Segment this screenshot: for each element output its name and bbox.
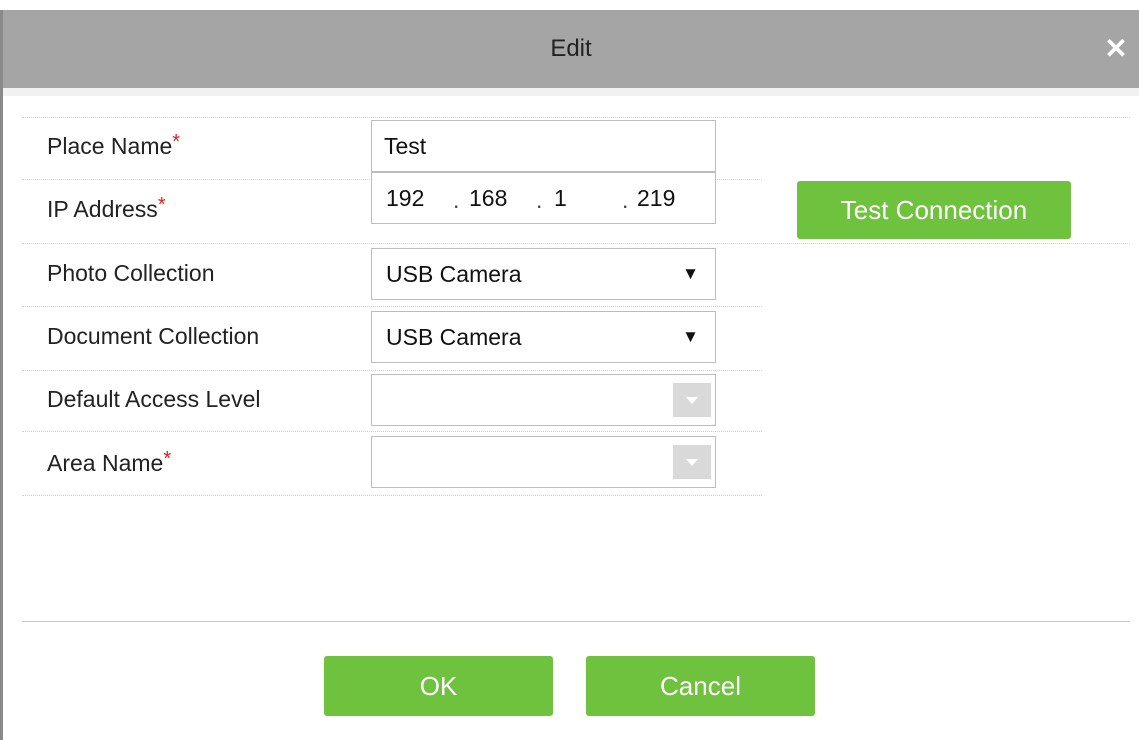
dropdown-arrow-icon: ▼ — [682, 327, 699, 346]
ip-octet-3[interactable]: 1 — [554, 173, 567, 223]
ip-octet-1[interactable]: 192 — [386, 173, 424, 223]
titlebar-shadow — [3, 88, 1139, 96]
place-name-label-text: Place Name — [47, 133, 173, 159]
cancel-button[interactable]: Cancel — [586, 656, 815, 716]
row-divider — [22, 117, 1130, 118]
row-divider — [22, 306, 762, 307]
required-mark: * — [163, 448, 172, 470]
page: Edit ✕ Place Name* IP Address* 192 . 168… — [0, 0, 1139, 740]
photo-collection-value: USB Camera — [386, 261, 522, 287]
footer-divider — [22, 621, 1130, 622]
ip-octet-2[interactable]: 168 — [469, 173, 507, 223]
ip-octet-4[interactable]: 219 — [637, 173, 675, 223]
default-access-level-combo[interactable] — [371, 374, 716, 426]
photo-collection-label: Photo Collection — [47, 260, 215, 286]
photo-collection-select[interactable]: USB Camera ▼ — [371, 248, 716, 300]
place-name-input[interactable] — [371, 120, 716, 172]
dialog-titlebar: Edit ✕ — [3, 10, 1139, 88]
default-access-level-label: Default Access Level — [47, 386, 261, 412]
ip-address-field: 192 . 168 . 1 . 219 — [371, 172, 716, 224]
top-strip — [0, 0, 1139, 10]
ip-address-label: IP Address* — [47, 194, 166, 223]
document-collection-select[interactable]: USB Camera ▼ — [371, 311, 716, 363]
dropdown-arrow-icon: ▼ — [682, 264, 699, 283]
area-name-combo[interactable] — [371, 436, 716, 488]
test-connection-button[interactable]: Test Connection — [797, 181, 1071, 239]
place-name-label: Place Name* — [47, 131, 181, 160]
document-collection-value: USB Camera — [386, 324, 522, 350]
area-name-label: Area Name* — [47, 448, 172, 477]
ip-separator: . — [622, 187, 629, 213]
row-divider — [22, 495, 762, 496]
ok-button[interactable]: OK — [324, 656, 553, 716]
close-icon[interactable]: ✕ — [1101, 32, 1131, 66]
combo-dropdown-button[interactable] — [673, 445, 711, 479]
chevron-down-icon — [686, 397, 698, 404]
ip-separator: . — [453, 187, 460, 213]
ip-address-label-text: IP Address — [47, 196, 158, 222]
row-divider — [22, 431, 762, 432]
ip-separator: . — [536, 187, 543, 213]
dialog-title: Edit — [550, 35, 592, 62]
required-mark: * — [172, 131, 181, 153]
required-mark: * — [157, 194, 166, 216]
row-divider — [22, 243, 1130, 244]
document-collection-label: Document Collection — [47, 323, 260, 349]
row-divider — [22, 370, 762, 371]
chevron-down-icon — [686, 459, 698, 466]
area-name-label-text: Area Name — [47, 450, 164, 476]
combo-dropdown-button[interactable] — [673, 383, 711, 417]
